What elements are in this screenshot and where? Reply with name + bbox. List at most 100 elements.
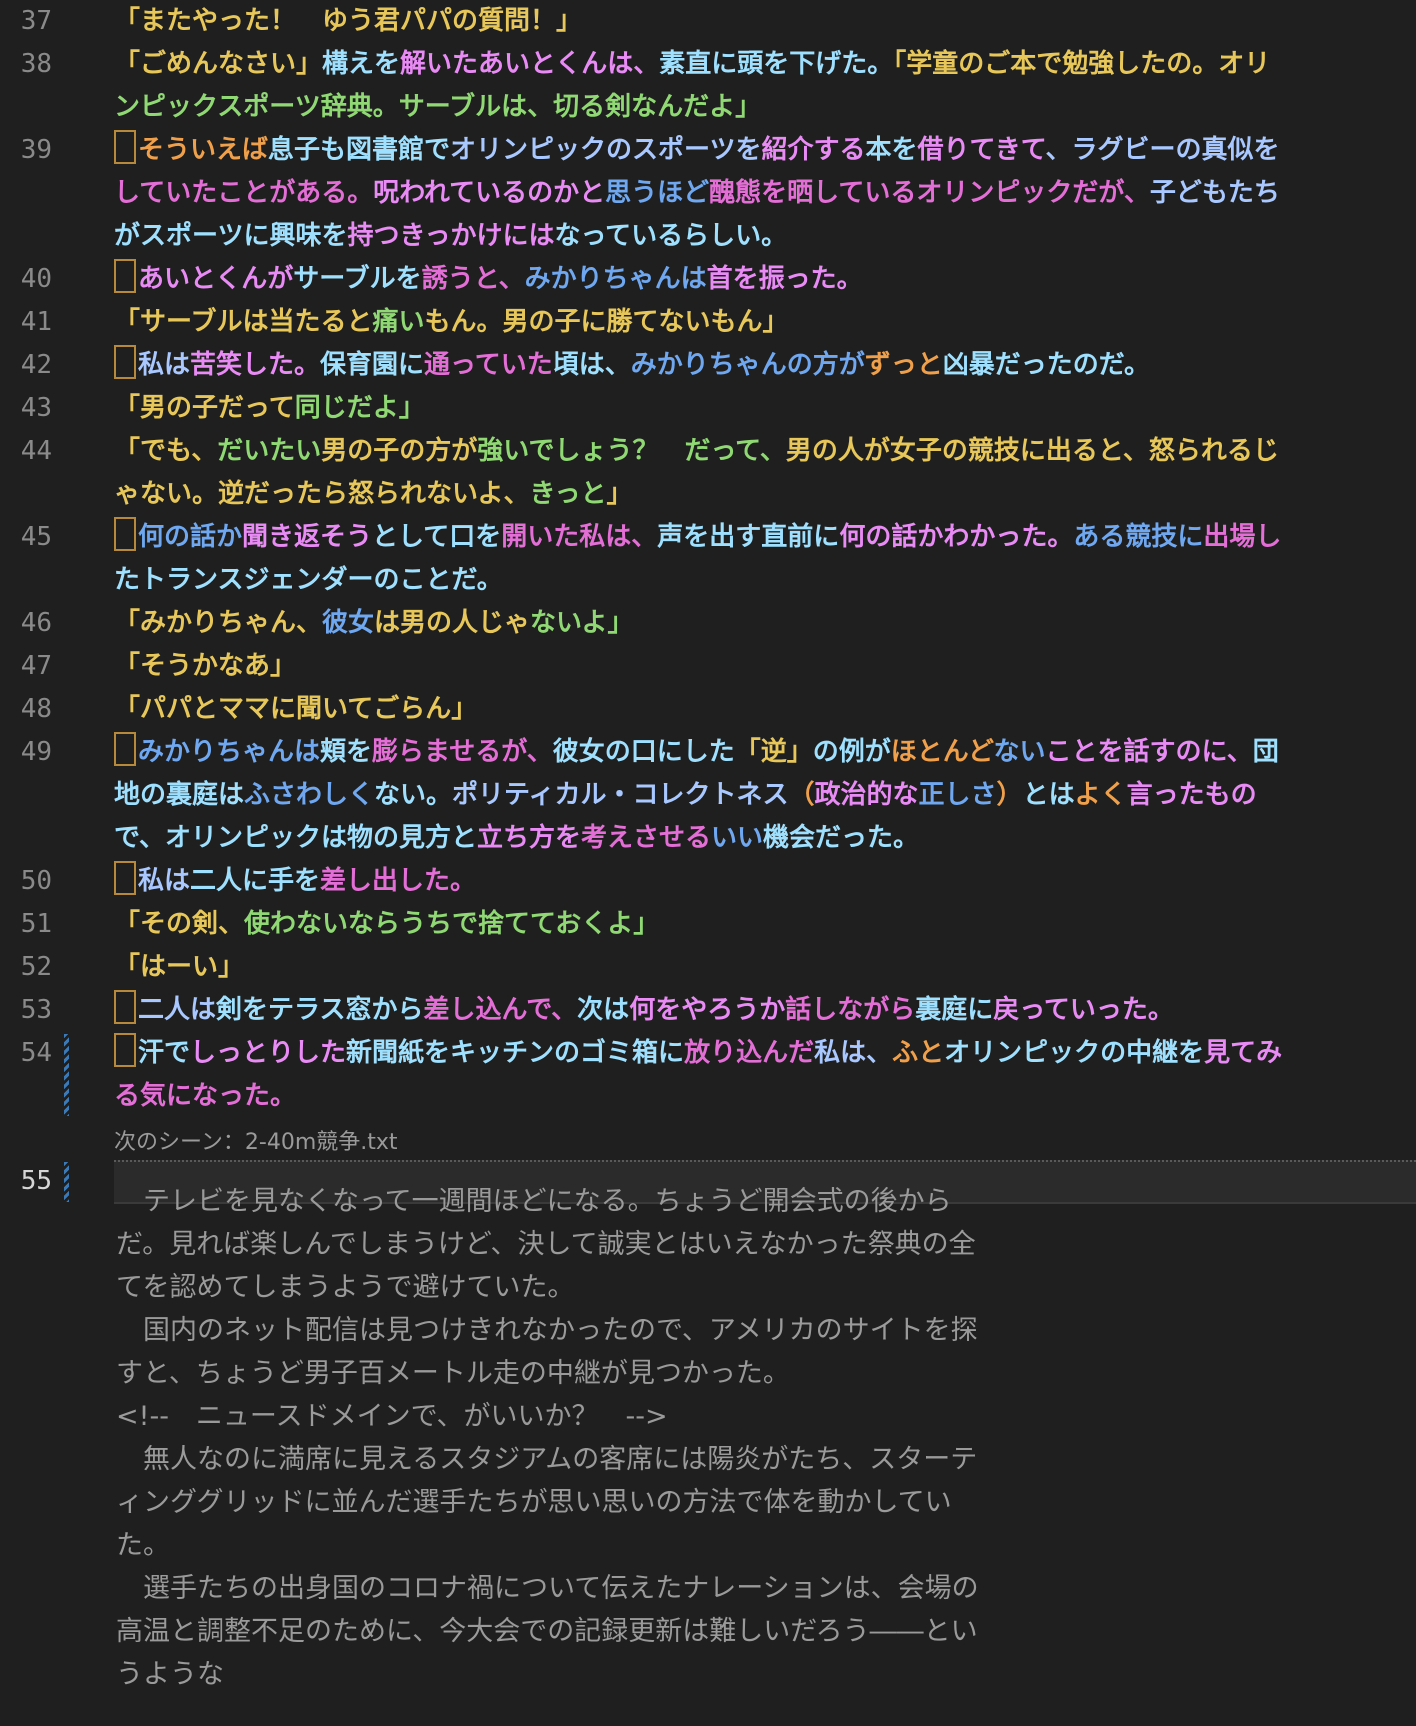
text-token: 通っていた <box>424 350 553 380</box>
line-number: 50 <box>20 866 52 896</box>
text-token: 立ち方を <box>476 823 581 853</box>
editor-line[interactable]: がスポーツに興味を持つきっかけにはなっているらしい。 <box>114 215 1406 258</box>
line-number: 48 <box>20 694 52 724</box>
text-token: 私は <box>138 350 191 380</box>
text-token: 次は <box>577 995 630 1025</box>
editor-line[interactable]: 「みかりちゃん、彼女は男の人じゃないよ」 <box>114 602 1406 645</box>
text-token: 苦笑した。 <box>190 350 321 380</box>
indent-marker-icon <box>114 517 136 551</box>
text-token: 興味を <box>269 221 348 251</box>
text-token: 見てみ <box>1204 1038 1283 1068</box>
text-token: 聞き返そう <box>242 522 373 552</box>
text-token: 保育園に <box>320 350 425 380</box>
line-number: 51 <box>20 909 52 939</box>
line-number: 37 <box>20 6 52 36</box>
text-token: がスポーツに <box>114 221 270 251</box>
text-token: ンピックスポーツ辞典。サーブルは、切る剣なんだよ」 <box>114 92 762 122</box>
editor-line[interactable]: 「はーい」 <box>114 946 1406 989</box>
text-token: 「その剣、 <box>114 909 245 939</box>
text-token: ） <box>996 780 1023 810</box>
text-token: 戻っていった。 <box>993 995 1174 1025</box>
text-token: 醜態を晒しているオリンピックだが、 <box>709 178 1150 208</box>
editor-line[interactable]: そういえば息子も図書館でオリンピックのスポーツを紹介する本を借りてきて、ラグビー… <box>114 129 1406 172</box>
text-token: 声を出す <box>657 522 762 552</box>
editor-line[interactable]: 「その剣、使わないならうちで捨てておくよ」 <box>114 903 1406 946</box>
text-token: で、オリンピックは <box>114 823 347 853</box>
text-token: ないよ」 <box>530 608 634 638</box>
text-token: 解いた <box>400 49 479 79</box>
text-token: していたことがある。 <box>114 178 374 208</box>
text-token: 同じだよ」 <box>294 393 425 423</box>
text-token: みかりちゃんの方が <box>630 350 865 380</box>
editor-line[interactable]: 私は二人に手を差し出した。 <box>114 860 1406 903</box>
text-token: 頃は、 <box>552 350 631 380</box>
editor-line[interactable]: 「パパとママに聞いてごらん」 <box>114 688 1406 731</box>
text-token: ない。 <box>374 780 453 810</box>
editor-line[interactable]: 汗でしっとりした新聞紙をキッチンのゴミ箱に放り込んだ私は、ふとオリンピックの中継… <box>114 1032 1406 1075</box>
text-token: 「みかりちゃん、 <box>114 608 323 638</box>
text-token: 裏庭に <box>915 995 994 1025</box>
editor-line[interactable]: 二人は剣をテラス窓から差し込んで、次は何をやろうか話しながら裏庭に戻っていった。 <box>114 989 1406 1032</box>
preview-paragraph: 無人なのに満席に見えるスタジアムの客席には陽炎がたち、スターティンググリッドに並… <box>116 1444 978 1561</box>
text-token: 手を <box>268 866 321 896</box>
editor-line[interactable]: あいとくんがサーブルを誘うと、みかりちゃんは首を振った。 <box>114 258 1406 301</box>
line-number: 45 <box>20 522 52 552</box>
text-token: ゃない。逆だったら怒られないよ、 <box>114 479 530 509</box>
next-scene-preview: テレビを見なくなって一週間ほどになる。ちょうど開会式の後からだ。見れば楽しんでし… <box>116 1180 996 1696</box>
line-number: 54 <box>20 1038 52 1068</box>
text-token: 「逆」 <box>734 737 813 767</box>
text-token: 正しさ <box>918 780 997 810</box>
text-token: みかりちゃんは <box>524 264 707 294</box>
editor-line[interactable]: る気になった。 <box>114 1075 1406 1118</box>
editor-line[interactable]: 私は苦笑した。保育園に通っていた頃は、みかりちゃんの方がずっと凶暴だったのだ。 <box>114 344 1406 387</box>
text-token: ある競技に <box>1073 522 1204 552</box>
line-number: 43 <box>20 393 52 423</box>
editor-line[interactable]: ゃない。逆だったら怒られないよ、きっと」 <box>114 473 1406 516</box>
text-token: の例が <box>812 737 891 767</box>
text-token: 何をやろうか <box>629 995 786 1025</box>
editor-line[interactable]: 地の裏庭はふさわしくない。ポリティカル・コレクトネス（政治的な正しさ）とはよく言… <box>114 774 1406 817</box>
text-token: 強いでしょう？ だって、 <box>477 436 786 466</box>
text-token: 使わないならうちで捨てておくよ」 <box>244 909 660 939</box>
text-token: 地の裏庭は <box>114 780 245 810</box>
text-token: 何の話かわかった。 <box>839 522 1074 552</box>
text-token: キッチンのゴミ箱に <box>450 1038 685 1068</box>
editor-line[interactable]: ンピックスポーツ辞典。サーブルは、切る剣なんだよ」 <box>114 86 1406 129</box>
text-token: 本を <box>865 135 918 165</box>
text-token: 放り込んだ <box>684 1038 815 1068</box>
text-token: る気になった。 <box>114 1081 297 1111</box>
line-number: 40 <box>20 264 52 294</box>
editor-line[interactable]: たトランスジェンダーのことだ。 <box>114 559 1406 602</box>
text-token: 出場し <box>1203 522 1282 552</box>
text-token: 団 <box>1252 737 1279 767</box>
text-token: 息子も図書館で <box>268 135 451 165</box>
editor-line[interactable]: で、オリンピックは物の見方と立ち方を考えさせるいい機会だった。 <box>114 817 1406 860</box>
editor-line[interactable]: 「またやった！ ゆう君パパの質問！」 <box>114 0 1406 43</box>
preview-paragraph: <!-- ニュースドメインで、がいいか？ --> <box>116 1401 668 1432</box>
text-token: オリンピックの中継を <box>944 1038 1205 1068</box>
line-number: 52 <box>20 952 52 982</box>
line-number: 46 <box>20 608 52 638</box>
text-token: 素直に頭を下げた。 <box>659 49 894 79</box>
editor-line[interactable]: みかりちゃんは頬を膨らませるが、彼女の口にした「逆」の例がほとんどないことを話す… <box>114 731 1406 774</box>
editor-line[interactable]: 「サーブルは当たると痛いもん。男の子に勝てないもん」 <box>114 301 1406 344</box>
text-token: サーブルを <box>293 264 422 294</box>
text-token: 新聞紙を <box>346 1038 451 1068</box>
editor-line[interactable]: していたことがある。呪われているのかと思うほど醜態を晒しているオリンピックだが、… <box>114 172 1406 215</box>
indent-marker-icon <box>114 1033 136 1067</box>
text-token: そういえば <box>138 135 269 165</box>
editor-line[interactable]: 何の話か聞き返そうとして口を開いた私は、声を出す直前に何の話かわかった。ある競技… <box>114 516 1406 559</box>
editor-line[interactable]: 「でも、だいたい男の子の方が強いでしょう？ だって、男の人が女子の競技に出ると、… <box>114 430 1406 473</box>
text-token: 思うほど <box>605 178 710 208</box>
editor-line[interactable]: 「ごめんなさい」構えを解いたあいとくんは、素直に頭を下げた。「学童のご本で勉強し… <box>114 43 1406 86</box>
editor-line[interactable]: 「そうかなあ」 <box>114 645 1406 688</box>
editor-line[interactable]: 「男の子だって同じだよ」 <box>114 387 1406 430</box>
text-token: ほとんど <box>890 737 994 767</box>
text-token: しっとりした <box>190 1038 347 1068</box>
text-token: 首を振った。 <box>706 264 863 294</box>
text-token: 頬を <box>320 737 373 767</box>
text-token: 差し込んで、 <box>423 995 578 1025</box>
text-token: 持つきっかけには <box>347 221 555 251</box>
line-number: 44 <box>20 436 52 466</box>
text-token: ない <box>993 737 1046 767</box>
